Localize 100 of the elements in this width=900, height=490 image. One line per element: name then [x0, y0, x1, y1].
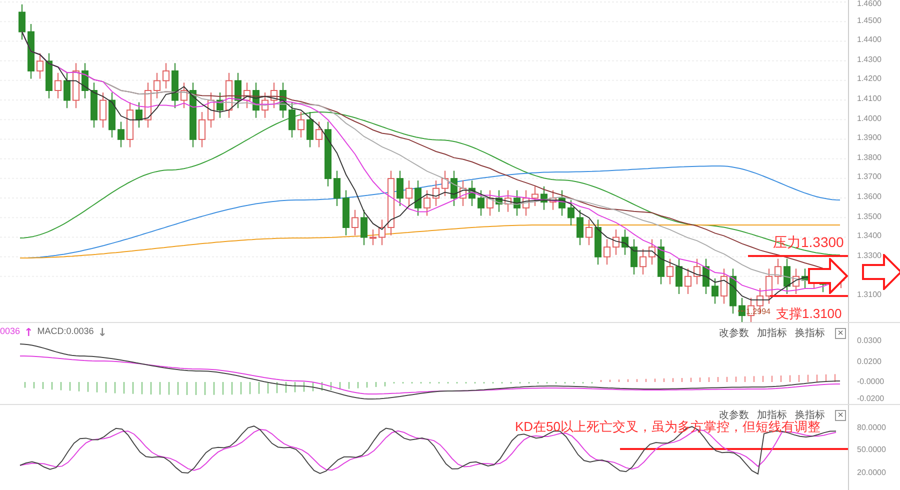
candlestick	[514, 190, 520, 216]
candlestick	[252, 82, 260, 118]
candlestick	[604, 238, 610, 266]
candlestick	[198, 112, 206, 148]
candlestick	[18, 4, 26, 40]
candlestick	[594, 219, 602, 266]
axis-tick-label: 1.4500	[857, 16, 882, 25]
candlestick	[432, 180, 440, 206]
axis-tick-label: 1.3400	[857, 232, 882, 240]
candlestick	[676, 258, 682, 295]
candlestick	[540, 186, 548, 210]
candlestick	[450, 170, 458, 206]
axis-tick-label: 1.3900	[857, 134, 882, 142]
axis-tick-label: 1.3500	[857, 212, 882, 221]
candlestick	[180, 82, 188, 109]
candlestick	[496, 190, 502, 212]
candlestick	[550, 190, 556, 210]
close-button[interactable]: ×	[835, 410, 846, 421]
candlestick	[324, 121, 332, 187]
candlestick	[172, 62, 178, 109]
candlestick	[640, 248, 646, 275]
candlestick	[54, 72, 62, 99]
candlestick	[208, 92, 214, 128]
candlestick	[234, 72, 242, 109]
candlestick	[730, 268, 736, 314]
candlestick	[612, 228, 620, 256]
candlestick	[370, 228, 376, 246]
indicator-button[interactable]: 加指标	[755, 326, 789, 341]
candlestick	[352, 209, 358, 236]
candlestick	[144, 82, 152, 128]
candlestick	[720, 268, 728, 304]
axis-tick-label: 1.3800	[857, 154, 882, 162]
indicator-button[interactable]: 换指标	[793, 326, 827, 341]
axis-tick-label: 1.4100	[857, 95, 882, 103]
candlestick	[442, 170, 448, 197]
candlestick	[388, 170, 394, 236]
candlestick	[424, 190, 430, 216]
candlestick	[108, 92, 116, 138]
candlestick	[702, 258, 710, 295]
candlestick	[468, 180, 476, 206]
candlestick	[586, 219, 592, 246]
candlestick	[478, 190, 484, 216]
close-button[interactable]: ×	[835, 328, 846, 339]
axis-tick-label: 1.3300	[857, 252, 882, 260]
candlestick	[360, 209, 368, 246]
indicator-value: MACD:0.0036	[37, 327, 94, 338]
candlestick	[558, 190, 566, 216]
candlestick	[396, 170, 404, 206]
candlestick	[622, 228, 628, 256]
axis-tick-label: 1.4600	[857, 0, 882, 8]
candlestick	[630, 238, 638, 275]
candlestick	[792, 268, 800, 295]
candlestick	[460, 180, 466, 206]
candlestick	[342, 190, 350, 236]
candlestick	[154, 72, 160, 99]
indicator-value: 0036	[0, 327, 20, 338]
candlestick	[774, 258, 782, 285]
axis-tick-label: 1.4000	[857, 114, 882, 123]
arrow-icon	[808, 258, 848, 294]
candlestick	[288, 102, 296, 138]
candlestick	[504, 190, 512, 212]
support-label: 支撑1.3100	[776, 306, 842, 321]
leader-line	[738, 310, 746, 312]
indicator-button[interactable]: 改参数	[717, 326, 751, 341]
candlestick	[568, 200, 574, 226]
indicator-value: ↑	[24, 327, 34, 338]
axis-tick-label: 0.0300	[857, 337, 882, 345]
candlestick	[270, 82, 278, 109]
candlestick	[262, 92, 268, 118]
candlestick	[72, 62, 80, 109]
candlestick	[226, 72, 232, 118]
candlestick	[658, 238, 664, 285]
candlestick	[28, 23, 34, 80]
candlestick	[334, 170, 340, 206]
candlestick	[298, 112, 304, 138]
candlestick	[82, 62, 88, 99]
axis-tick-label: 1.4300	[857, 56, 882, 64]
candlestick	[712, 278, 718, 304]
candlestick	[306, 112, 314, 148]
candlestick	[190, 82, 196, 148]
candlestick	[64, 72, 70, 109]
candlestick	[666, 258, 674, 285]
candlestick	[406, 180, 412, 206]
axis-tick-label: -0.0000	[857, 378, 884, 386]
candlestick	[414, 180, 422, 216]
axis-tick-label: 20.0000	[857, 469, 886, 477]
candlestick	[522, 190, 530, 216]
axis-tick-label: 0.0200	[857, 358, 882, 366]
candlestick	[162, 62, 170, 90]
candlestick	[648, 238, 656, 266]
candlestick	[766, 268, 772, 304]
indicator-value: ↓	[98, 327, 107, 338]
candlestick	[118, 121, 124, 148]
axis-tick-label: 1.4200	[857, 75, 882, 84]
axis-tick-label: 1.3100	[857, 291, 882, 299]
axis-tick-label: 1.3600	[857, 193, 882, 201]
axis-tick-label: 80.0000	[857, 424, 886, 432]
candlestick	[244, 82, 250, 109]
candlestick	[378, 219, 386, 246]
axis-tick-label: -0.0200	[857, 395, 884, 403]
